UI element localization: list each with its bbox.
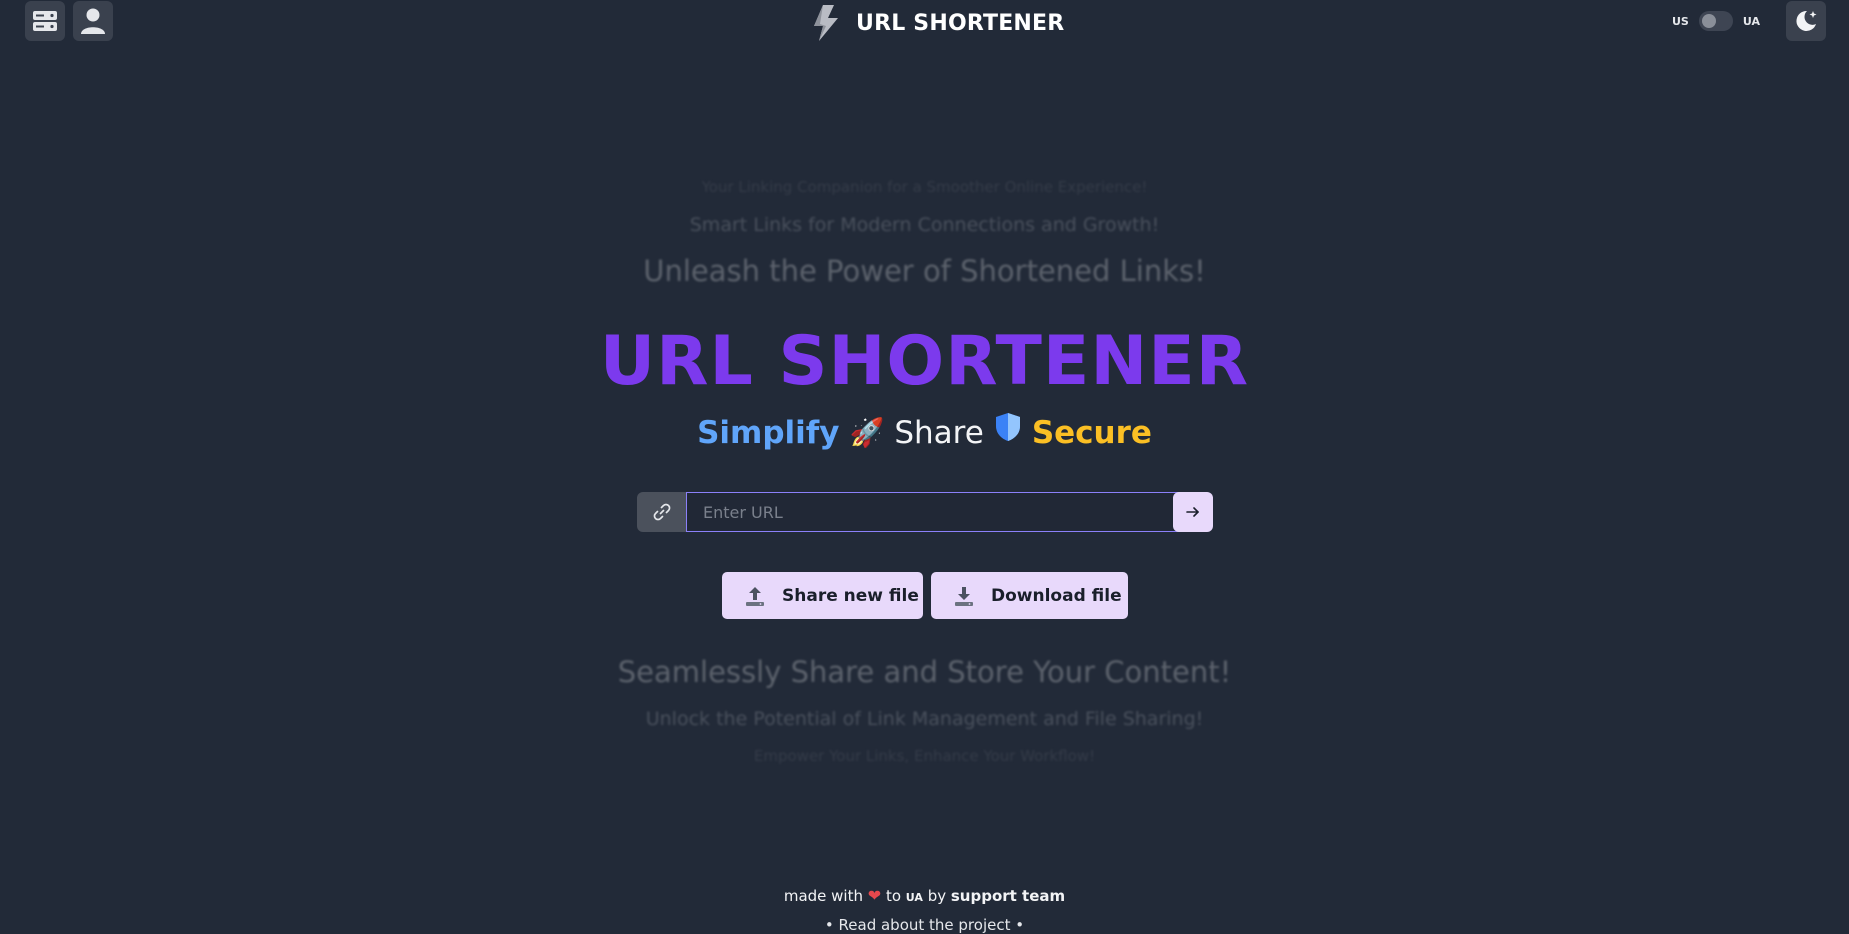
footer-by: by <box>927 887 947 905</box>
language-toggle[interactable] <box>1698 11 1733 31</box>
top-bar: URL SHORTENER US UA <box>0 0 1849 46</box>
shorten-submit-button[interactable] <box>1173 492 1213 532</box>
support-team-link[interactable]: support team <box>951 887 1065 905</box>
rocket-icon: 🚀 <box>849 416 885 449</box>
server-button[interactable] <box>25 1 65 41</box>
download-file-button[interactable]: Download file <box>931 572 1128 619</box>
language-switcher: US UA <box>1672 11 1760 31</box>
lang-ua-label: UA <box>1742 14 1760 28</box>
footer-made-with: made with <box>783 887 863 905</box>
moon-icon <box>1796 10 1817 31</box>
share-file-button[interactable]: Share new file <box>722 572 923 619</box>
url-input[interactable] <box>686 492 1200 532</box>
ua-flag-mark: UA <box>905 891 923 904</box>
share-file-label: Share new file <box>782 585 919 606</box>
footer-to: to <box>885 887 902 905</box>
tagline-3: Unleash the Power of Shortened Links! <box>643 254 1206 288</box>
heart-icon: ❤ <box>867 886 882 905</box>
tagline-4: Seamlessly Share and Store Your Content! <box>617 655 1232 689</box>
tagline-2: Smart Links for Modern Connections and G… <box>689 214 1160 236</box>
lightning-logo-icon <box>814 5 838 41</box>
brand[interactable]: URL SHORTENER <box>810 4 1064 42</box>
user-button[interactable] <box>73 1 113 41</box>
motto: Simplify 🚀 Share Secure <box>0 412 1849 454</box>
motto-share: Share <box>894 415 984 451</box>
hero-title: URL SHORTENER <box>599 322 1250 401</box>
arrow-right-icon <box>1186 507 1199 517</box>
link-icon <box>653 503 670 521</box>
download-file-label: Download file <box>991 585 1122 606</box>
tagline-5: Unlock the Potential of Link Management … <box>645 708 1204 730</box>
theme-toggle-button[interactable] <box>1786 1 1826 41</box>
lang-us-label: US <box>1672 14 1689 28</box>
toggle-knob <box>1701 14 1716 28</box>
motto-simplify: Simplify <box>697 415 840 451</box>
shield-icon <box>994 412 1022 454</box>
download-icon <box>955 586 973 606</box>
tagline-1: Your Linking Companion for a Smoother On… <box>701 178 1148 196</box>
link-addon <box>637 492 686 532</box>
brand-title: URL SHORTENER <box>856 10 1065 36</box>
footer: made with ❤ to UA by support team <box>0 886 1849 905</box>
tagline-6: Empower Your Links, Enhance Your Workflo… <box>753 747 1096 765</box>
upload-icon <box>746 586 764 606</box>
user-icon <box>81 8 105 34</box>
read-about-link[interactable]: • Read about the project • <box>0 916 1849 934</box>
server-icon <box>33 11 57 31</box>
motto-secure: Secure <box>1031 415 1152 451</box>
